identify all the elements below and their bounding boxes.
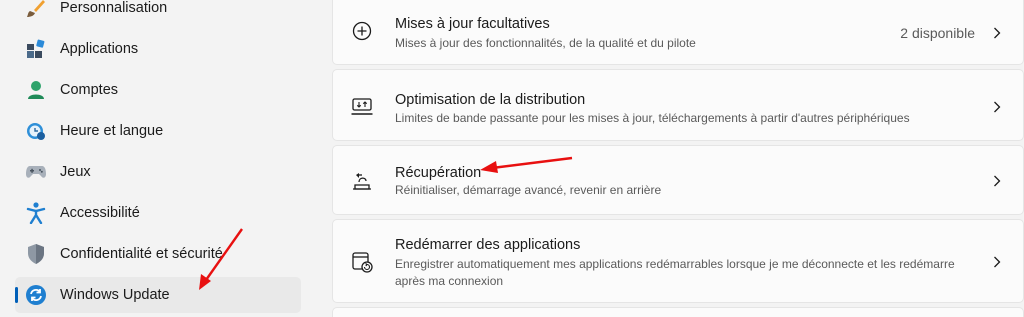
- available-count: 2 disponible: [900, 25, 975, 41]
- delivery-optimization-icon: [351, 96, 373, 118]
- sidebar: Personnalisation Applications Comptes He…: [0, 0, 318, 317]
- sidebar-item-label: Comptes: [60, 82, 119, 98]
- chevron-right-icon: [991, 26, 1003, 40]
- sidebar-item-label: Personnalisation: [60, 0, 168, 16]
- sidebar-item-label: Jeux: [60, 164, 91, 180]
- sidebar-item-label: Applications: [60, 41, 139, 57]
- sidebar-item-confidentialite[interactable]: Confidentialité et sécurité: [15, 236, 301, 272]
- sidebar-item-personnalisation[interactable]: Personnalisation: [15, 0, 301, 26]
- sidebar-item-label: Windows Update: [60, 287, 170, 303]
- restart-apps-icon: [351, 251, 373, 273]
- card-subtitle: Réinitialiser, démarrage avancé, revenir…: [395, 183, 662, 197]
- card-title: Redémarrer des applications: [395, 237, 581, 253]
- update-icon: [25, 284, 47, 306]
- shield-icon: [25, 243, 47, 265]
- sidebar-item-heure-et-langue[interactable]: Heure et langue: [15, 113, 301, 149]
- accessibility-icon: [25, 202, 47, 224]
- card-recuperation[interactable]: Récupération Réinitialiser, démarrage av…: [332, 145, 1024, 215]
- card-title: Récupération: [395, 165, 482, 181]
- sidebar-item-jeux[interactable]: Jeux: [15, 154, 301, 190]
- sidebar-item-accessibilite[interactable]: Accessibilité: [15, 195, 301, 231]
- chevron-right-icon: [991, 255, 1003, 269]
- card-subtitle: Enregistrer automatiquement mes applicat…: [395, 257, 955, 288]
- plus-circle-icon: [351, 20, 373, 42]
- sidebar-item-label: Accessibilité: [60, 205, 140, 221]
- chevron-right-icon: [991, 100, 1003, 114]
- apps-icon: [25, 38, 47, 60]
- person-icon: [25, 79, 47, 101]
- card-partial: [332, 307, 1024, 317]
- card-title: Mises à jour facultatives: [395, 16, 550, 32]
- card-subtitle: Limites de bande passante pour les mises…: [395, 111, 910, 125]
- active-indicator: [15, 287, 18, 303]
- chevron-right-icon: [991, 174, 1003, 188]
- card-subtitle: Mises à jour des fonctionnalités, de la …: [395, 36, 696, 50]
- card-redemarrer-applications[interactable]: Redémarrer des applications Enregistrer …: [332, 219, 1024, 303]
- sidebar-item-applications[interactable]: Applications: [15, 31, 301, 67]
- sidebar-item-label: Confidentialité et sécurité: [60, 246, 223, 262]
- sidebar-item-windows-update[interactable]: Windows Update: [15, 277, 301, 313]
- card-mises-a-jour-facultatives[interactable]: Mises à jour facultatives Mises à jour d…: [332, 0, 1024, 65]
- sidebar-item-label: Heure et langue: [60, 123, 164, 139]
- clock-globe-icon: [25, 120, 47, 142]
- recovery-icon: [351, 170, 373, 192]
- gamepad-icon: [25, 161, 47, 183]
- card-title: Optimisation de la distribution: [395, 92, 586, 108]
- sidebar-item-comptes[interactable]: Comptes: [15, 72, 301, 108]
- card-optimisation-distribution[interactable]: Optimisation de la distribution Limites …: [332, 69, 1024, 141]
- brush-icon: [25, 0, 47, 19]
